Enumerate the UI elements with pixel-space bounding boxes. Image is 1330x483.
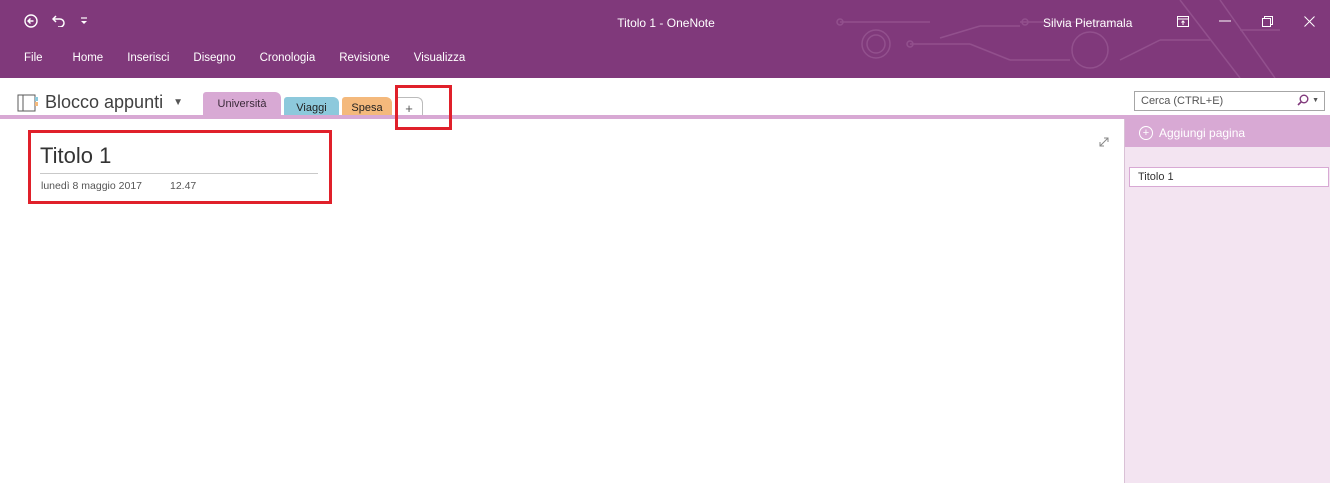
- notebook-name: Blocco appunti: [45, 92, 164, 112]
- minimize-button[interactable]: [1204, 8, 1246, 34]
- highlight-box-add-section: [395, 85, 452, 130]
- add-page-label: Aggiungi pagina: [1159, 126, 1246, 140]
- page-list-panel: + Aggiungi pagina Titolo 1: [1124, 119, 1330, 483]
- ribbon-options-icon: [1177, 15, 1189, 27]
- section-tab-universita[interactable]: Università: [203, 92, 281, 115]
- plus-circle-icon: +: [1139, 126, 1153, 140]
- search-box: ▼: [1134, 91, 1325, 111]
- title-bar: Titolo 1 - OneNote Silvia Pietramala Fil…: [0, 0, 1330, 78]
- menu-file[interactable]: File: [24, 52, 43, 64]
- restore-button[interactable]: [1246, 8, 1288, 34]
- minimize-icon: [1219, 20, 1231, 22]
- add-page-button[interactable]: + Aggiungi pagina: [1125, 119, 1330, 147]
- window-controls: [1162, 8, 1330, 34]
- page-list-item[interactable]: Titolo 1: [1129, 167, 1329, 187]
- menu-cronologia[interactable]: Cronologia: [260, 52, 316, 64]
- expand-icon[interactable]: [1099, 136, 1109, 150]
- chevron-down-icon: ▼: [173, 97, 183, 108]
- restore-icon: [1261, 15, 1273, 27]
- user-name[interactable]: Silvia Pietramala: [1043, 16, 1132, 30]
- notebook-bar: Blocco appunti ▼: [0, 78, 1330, 120]
- search-icon[interactable]: ▼: [1297, 94, 1319, 106]
- menu-disegno[interactable]: Disegno: [193, 52, 235, 64]
- menu-inserisci[interactable]: Inserisci: [127, 52, 169, 64]
- menu-visualizza[interactable]: Visualizza: [414, 52, 466, 64]
- notebook-icon: [17, 94, 38, 111]
- ribbon-display-options-button[interactable]: [1162, 8, 1204, 34]
- close-button[interactable]: [1288, 8, 1330, 34]
- notebook-selector[interactable]: Blocco appunti ▼: [17, 92, 183, 113]
- search-input[interactable]: [1135, 95, 1285, 107]
- search-scope-chevron-icon[interactable]: ▼: [1312, 97, 1319, 104]
- close-icon: [1303, 15, 1315, 27]
- menu-revisione[interactable]: Revisione: [339, 52, 390, 64]
- menu-home[interactable]: Home: [73, 52, 104, 64]
- section-tabs: Università Viaggi Spesa +: [203, 92, 426, 118]
- highlight-box-page-title: [28, 130, 332, 204]
- ribbon-menu: File Home Inserisci Disegno Cronologia R…: [24, 52, 489, 64]
